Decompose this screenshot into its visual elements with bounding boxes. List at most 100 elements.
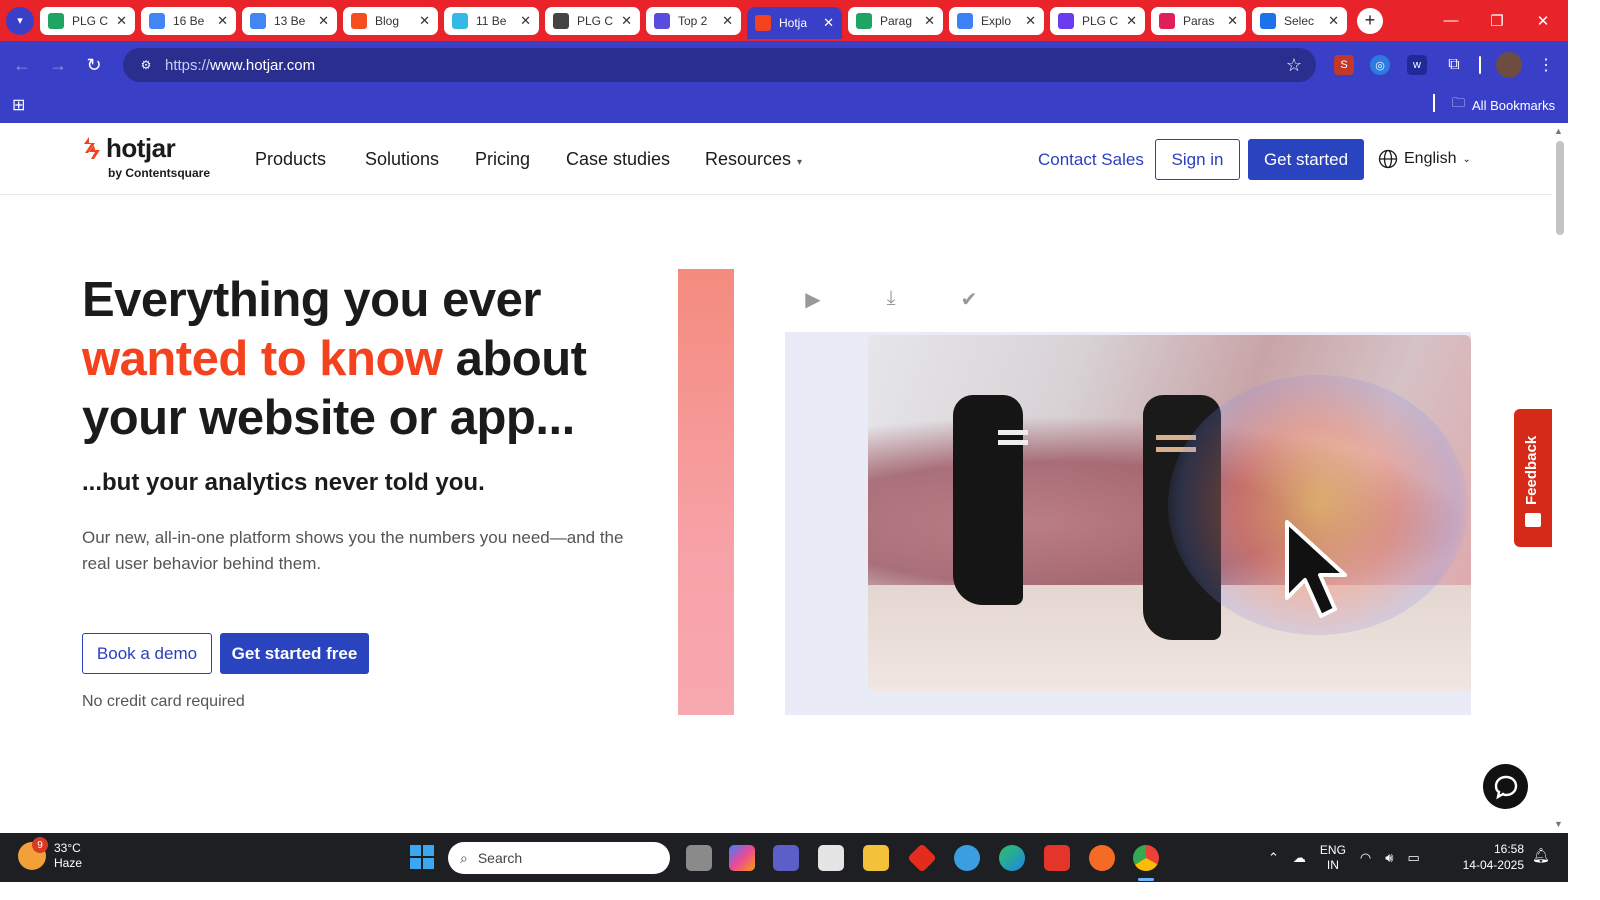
forward-button[interactable]: →	[40, 47, 76, 83]
anydesk-icon[interactable]	[907, 843, 937, 873]
tab-close-icon[interactable]: ✕	[1126, 13, 1137, 29]
tab-close-icon[interactable]: ✕	[1328, 13, 1339, 29]
play-icon[interactable]: ▶	[800, 287, 826, 312]
tab-close-icon[interactable]: ✕	[217, 13, 228, 29]
browser-tab[interactable]: Hotja ✕	[747, 6, 842, 39]
docs-icon	[250, 12, 266, 29]
language-label: English	[1404, 150, 1457, 167]
restore-button[interactable]: ❐	[1474, 0, 1520, 41]
nav-resources[interactable]: Resources ▾	[705, 149, 802, 170]
copilot-icon	[957, 12, 973, 29]
player-controls: ▶ ⤓ ✔	[800, 287, 982, 312]
extensions-puzzle-icon[interactable]: ⧉	[1444, 55, 1464, 75]
reload-button[interactable]: ↻	[76, 47, 112, 83]
file-explorer-icon[interactable]	[863, 845, 889, 871]
extension-wave-icon[interactable]: w	[1407, 55, 1427, 75]
store-icon[interactable]	[818, 845, 844, 871]
tab-close-icon[interactable]: ✕	[520, 13, 531, 29]
url-bar[interactable]: ⚙ https://www.hotjar.com ☆	[123, 48, 1316, 82]
scroll-thumb[interactable]	[1556, 141, 1564, 235]
language-selector[interactable]: English ⌄	[1378, 149, 1471, 169]
book-demo-button[interactable]: Book a demo	[82, 633, 212, 674]
copilot-icon[interactable]	[729, 845, 755, 871]
browser-tab[interactable]: PLG C ✕	[1050, 6, 1145, 35]
windows-start-button[interactable]	[410, 845, 434, 869]
nav-products[interactable]: Products	[255, 149, 326, 170]
wifi-icon[interactable]: ◠	[1360, 850, 1371, 866]
back-button[interactable]: ←	[4, 47, 40, 83]
nav-solutions[interactable]: Solutions	[365, 149, 439, 170]
site-header: hotjar by Contentsquare Products Solutio…	[0, 123, 1552, 195]
browser-tab[interactable]: PLG C ✕	[40, 6, 135, 35]
tab-close-icon[interactable]: ✕	[722, 13, 733, 29]
notification-bell-icon[interactable]: 🔔︎	[1532, 847, 1550, 864]
taskbar-search[interactable]: ⌕ Search	[448, 842, 670, 874]
extension-circle-icon[interactable]: ◎	[1370, 55, 1390, 75]
tab-close-icon[interactable]: ✕	[924, 13, 935, 29]
browser-tab[interactable]: 16 Be ✕	[141, 6, 236, 35]
weather-description: Haze	[54, 856, 83, 870]
seo-extension-icon[interactable]: S	[1334, 55, 1354, 75]
tab-title: Paras	[1183, 13, 1215, 28]
browser-tab[interactable]: Blog ✕	[343, 6, 438, 35]
tray-chevron-up-icon[interactable]: ⌃	[1268, 850, 1279, 866]
app-globe-icon[interactable]	[954, 845, 980, 871]
sign-in-button[interactable]: Sign in	[1155, 139, 1240, 180]
feedback-tab[interactable]: Feedback	[1514, 409, 1552, 547]
firefox-icon[interactable]	[1089, 845, 1115, 871]
browser-menu-icon[interactable]: ⋮	[1536, 55, 1556, 75]
nav-case-studies[interactable]: Case studies	[566, 149, 670, 170]
all-bookmarks-button[interactable]: 🗀 All Bookmarks	[1452, 94, 1555, 116]
battery-icon[interactable]: ▭	[1407, 850, 1419, 866]
download-icon[interactable]: ⤓	[878, 287, 904, 312]
chat-button[interactable]	[1483, 764, 1528, 809]
tab-close-icon[interactable]: ✕	[116, 13, 127, 29]
tab-close-icon[interactable]: ✕	[318, 13, 329, 29]
tab-title: 13 Be	[274, 13, 306, 28]
browser-tab[interactable]: Selec ✕	[1252, 6, 1347, 35]
site-info-icon[interactable]: ⚙	[137, 56, 155, 74]
browser-tab[interactable]: Top 2 ✕	[646, 6, 741, 35]
input-language[interactable]: ENG IN	[1320, 843, 1346, 873]
scroll-up-arrow-icon[interactable]: ▲	[1554, 126, 1563, 136]
tab-close-icon[interactable]: ✕	[621, 13, 632, 29]
close-window-button[interactable]: ✕	[1520, 0, 1566, 41]
check-circle-icon[interactable]: ✔	[956, 287, 982, 312]
task-view-icon[interactable]	[686, 845, 712, 871]
minimize-button[interactable]: —	[1428, 0, 1474, 41]
onedrive-cloud-icon[interactable]: ☁	[1293, 850, 1306, 866]
hero-subtitle: ...but your analytics never told you.	[82, 469, 485, 496]
bookmark-star-icon[interactable]: ☆	[1286, 55, 1302, 76]
tab-close-icon[interactable]: ✕	[419, 13, 430, 29]
new-tab-button[interactable]: +	[1357, 7, 1383, 34]
hero-description: Our new, all-in-one platform shows you t…	[82, 528, 624, 573]
teams-icon[interactable]	[773, 845, 799, 871]
get-started-free-button[interactable]: Get started free	[220, 633, 369, 674]
browser-tab[interactable]: 11 Be ✕	[444, 6, 539, 35]
browser-tab[interactable]: PLG C ✕	[545, 6, 640, 35]
browser-tab[interactable]: Explo ✕	[949, 6, 1044, 35]
weather-widget[interactable]: 9 33°C Haze	[18, 837, 83, 871]
apps-grid-icon[interactable]: ⊞	[12, 95, 25, 115]
tabs-container: PLG C ✕ 16 Be ✕ 13 Be ✕ Blog ✕ 11 Be ✕ PLG C ✕ Top 2…	[40, 0, 1353, 41]
profile-avatar[interactable]	[1496, 52, 1522, 78]
browser-tab[interactable]: Parag ✕	[848, 6, 943, 35]
volume-icon[interactable]: 🔊︎	[1385, 850, 1393, 866]
tab-close-icon[interactable]: ✕	[1227, 13, 1238, 29]
taskbar-search-label: Search	[477, 850, 523, 866]
edge-icon[interactable]	[999, 845, 1025, 871]
contact-sales-link[interactable]: Contact Sales	[1038, 150, 1144, 170]
taskbar-clock[interactable]: 16:58 14-04-2025	[1458, 841, 1524, 873]
tab-close-icon[interactable]: ✕	[1025, 13, 1036, 29]
tab-title: PLG C	[577, 13, 614, 28]
tab-close-icon[interactable]: ✕	[823, 15, 834, 31]
scroll-down-arrow-icon[interactable]: ▼	[1554, 819, 1563, 829]
get-started-button[interactable]: Get started	[1248, 139, 1364, 180]
page-scrollbar[interactable]: ▲ ▼	[1552, 123, 1568, 833]
chrome-icon[interactable]	[1133, 845, 1159, 871]
browser-tab[interactable]: Paras ✕	[1151, 6, 1246, 35]
browser-tab[interactable]: 13 Be ✕	[242, 6, 337, 35]
nav-pricing[interactable]: Pricing	[475, 149, 530, 170]
remote-app-icon[interactable]	[1044, 845, 1070, 871]
tab-search-button[interactable]: ▾	[6, 6, 34, 35]
